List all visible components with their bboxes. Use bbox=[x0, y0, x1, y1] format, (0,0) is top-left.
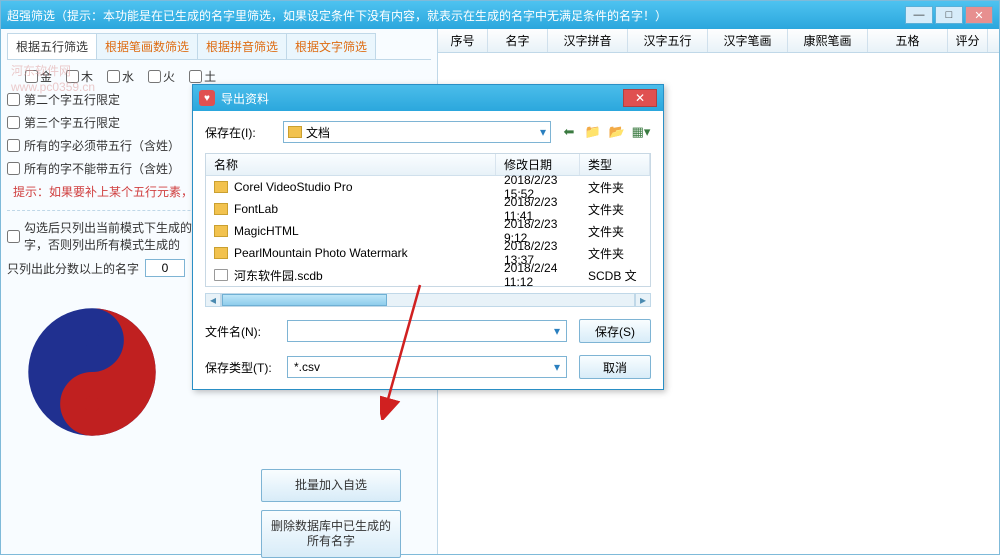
dialog-title-text: 导出资料 bbox=[221, 90, 269, 107]
file-kind: 文件夹 bbox=[580, 201, 650, 218]
wuxing-opt[interactable]: 木 bbox=[66, 68, 93, 85]
col-pinyin[interactable]: 汉字拼音 bbox=[548, 29, 628, 52]
tab-wenzi[interactable]: 根据文字筛选 bbox=[286, 33, 376, 59]
save-in-folder: 文档 bbox=[306, 124, 330, 141]
up-folder-icon[interactable]: 📁 bbox=[583, 122, 603, 142]
col-score[interactable]: 评分 bbox=[948, 29, 988, 52]
dialog-title-icon: ♥ bbox=[199, 90, 215, 106]
col-name[interactable]: 名字 bbox=[488, 29, 548, 52]
chevron-down-icon: ▾ bbox=[554, 360, 560, 374]
filelist-col-kind[interactable]: 类型 bbox=[580, 154, 650, 175]
wuxing-opt[interactable]: 土 bbox=[189, 68, 216, 85]
dialog-close-button[interactable]: ✕ bbox=[623, 89, 657, 107]
file-kind: SCDB 文 bbox=[580, 267, 650, 284]
filelist-col-name[interactable]: 名称 bbox=[206, 154, 496, 175]
cancel-button[interactable]: 取消 bbox=[579, 355, 651, 379]
file-name: FontLab bbox=[234, 202, 278, 216]
maximize-button[interactable]: □ bbox=[935, 6, 963, 24]
chevron-down-icon: ▾ bbox=[540, 125, 546, 139]
col-index[interactable]: 序号 bbox=[438, 29, 488, 52]
filetype-select[interactable]: *.csv ▾ bbox=[287, 356, 567, 378]
opt-label: 第二个字五行限定 bbox=[24, 91, 120, 108]
batch-add-button[interactable]: 批量加入自选 bbox=[261, 469, 401, 502]
file-name: MagicHTML bbox=[234, 224, 299, 238]
close-button[interactable]: ✕ bbox=[965, 6, 993, 24]
file-date: 2018/2/24 11:12 bbox=[496, 261, 580, 289]
wuxing-opt[interactable]: 火 bbox=[148, 68, 175, 85]
score-label: 只列出此分数以上的名字 bbox=[7, 260, 139, 277]
file-name: PearlMountain Photo Watermark bbox=[234, 246, 408, 260]
yinyang-icon bbox=[27, 307, 157, 437]
folder-icon bbox=[214, 247, 228, 259]
scroll-thumb[interactable] bbox=[222, 294, 387, 306]
back-icon[interactable]: ⬅ bbox=[559, 122, 579, 142]
file-row[interactable]: MagicHTML2018/2/23 9:12文件夹 bbox=[206, 220, 650, 242]
wuxing-row1: 金 木 水 火 土 bbox=[25, 68, 431, 85]
scroll-right-icon[interactable]: ▸ bbox=[635, 293, 651, 307]
new-folder-icon[interactable]: 📂 bbox=[607, 122, 627, 142]
wuxing-opt[interactable]: 水 bbox=[107, 68, 134, 85]
chevron-down-icon: ▾ bbox=[554, 324, 560, 338]
file-row[interactable]: FontLab2018/2/23 11:41文件夹 bbox=[206, 198, 650, 220]
export-dialog: ♥ 导出资料 ✕ 保存在(I): 文档 ▾ ⬅ 📁 📂 ▦▾ 名称 修改日期 类… bbox=[192, 84, 664, 390]
main-titlebar: 超强筛选（提示：本功能是在已生成的名字里筛选，如果设定条件下没有内容，就表示在生… bbox=[1, 1, 999, 29]
opt-label: 第三个字五行限定 bbox=[24, 114, 120, 131]
tab-bihua[interactable]: 根据笔画数筛选 bbox=[96, 33, 198, 59]
folder-icon bbox=[288, 126, 302, 138]
filename-label: 文件名(N): bbox=[205, 323, 275, 340]
tab-pinyin[interactable]: 根据拼音筛选 bbox=[197, 33, 287, 59]
file-row[interactable]: 河东软件园.scdb 2018/2/24 11:12SCDB 文 bbox=[206, 264, 650, 286]
wuxing-opt[interactable]: 金 bbox=[25, 68, 52, 85]
tab-wuxing[interactable]: 根据五行筛选 bbox=[7, 33, 97, 59]
save-button[interactable]: 保存(S) bbox=[579, 319, 651, 343]
file-list: 名称 修改日期 类型 Corel VideoStudio Pro2018/2/2… bbox=[205, 153, 651, 287]
main-title-text: 超强筛选（提示：本功能是在已生成的名字里筛选，如果设定条件下没有内容，就表示在生… bbox=[7, 7, 905, 24]
file-kind: 文件夹 bbox=[580, 223, 650, 240]
filename-input[interactable]: ▾ bbox=[287, 320, 567, 342]
view-menu-icon[interactable]: ▦▾ bbox=[631, 122, 651, 142]
file-icon bbox=[214, 269, 228, 281]
folder-icon bbox=[214, 225, 228, 237]
file-kind: 文件夹 bbox=[580, 179, 650, 196]
horiz-scrollbar[interactable]: ◂ ▸ bbox=[205, 293, 651, 307]
file-row[interactable]: Corel VideoStudio Pro2018/2/23 15:52文件夹 bbox=[206, 176, 650, 198]
score-input[interactable] bbox=[145, 259, 185, 277]
file-name: Corel VideoStudio Pro bbox=[234, 180, 353, 194]
file-kind: 文件夹 bbox=[580, 245, 650, 262]
filelist-col-date[interactable]: 修改日期 bbox=[496, 154, 580, 175]
col-kangxi[interactable]: 康熙笔画 bbox=[788, 29, 868, 52]
grid-header: 序号 名字 汉字拼音 汉字五行 汉字笔画 康熙笔画 五格 评分 bbox=[438, 29, 999, 53]
col-wuxing[interactable]: 汉字五行 bbox=[628, 29, 708, 52]
dialog-titlebar: ♥ 导出资料 ✕ bbox=[193, 85, 663, 111]
folder-icon bbox=[214, 181, 228, 193]
file-row[interactable]: PearlMountain Photo Watermark2018/2/23 1… bbox=[206, 242, 650, 264]
save-in-select[interactable]: 文档 ▾ bbox=[283, 121, 551, 143]
minimize-button[interactable]: — bbox=[905, 6, 933, 24]
delete-all-button[interactable]: 删除数据库中已生成的所有名字 bbox=[261, 510, 401, 558]
filter-tabs: 根据五行筛选 根据笔画数筛选 根据拼音筛选 根据文字筛选 bbox=[7, 33, 431, 60]
col-bihua[interactable]: 汉字笔画 bbox=[708, 29, 788, 52]
opt-label: 所有的字不能带五行（含姓） bbox=[24, 160, 180, 177]
col-wuge[interactable]: 五格 bbox=[868, 29, 948, 52]
folder-icon bbox=[214, 203, 228, 215]
file-name: 河东软件园.scdb bbox=[234, 267, 323, 284]
opt-label: 所有的字必须带五行（含姓） bbox=[24, 137, 180, 154]
filetype-value: *.csv bbox=[294, 360, 320, 374]
scroll-left-icon[interactable]: ◂ bbox=[205, 293, 221, 307]
save-in-label: 保存在(I): bbox=[205, 124, 275, 141]
filetype-label: 保存类型(T): bbox=[205, 359, 275, 376]
